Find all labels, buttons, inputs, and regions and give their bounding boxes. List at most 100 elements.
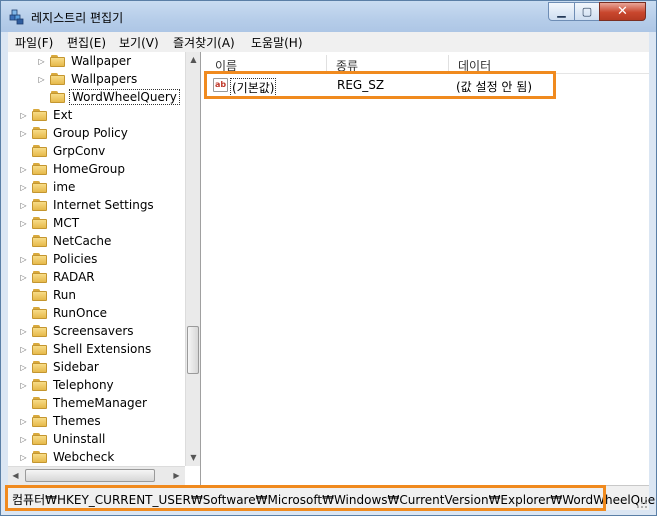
expand-arrow-icon[interactable]: ▷: [19, 165, 28, 174]
tree-item[interactable]: ▷ Shell Extensions: [19, 340, 153, 358]
folder-icon: [50, 54, 66, 68]
tree-item[interactable]: ▷ Screensavers: [19, 322, 136, 340]
folder-icon: [32, 450, 48, 464]
scroll-up-icon[interactable]: ▲: [186, 52, 200, 67]
folder-icon: [32, 414, 48, 428]
expand-arrow-icon[interactable]: [19, 291, 28, 300]
tree-item[interactable]: ▷ Themes: [19, 412, 103, 430]
expand-arrow-icon[interactable]: ▷: [19, 129, 28, 138]
tree-item-label: NetCache: [53, 234, 112, 248]
tree-vertical-scroll-thumb[interactable]: [187, 326, 199, 374]
scroll-down-icon[interactable]: ▼: [186, 450, 200, 465]
tree-item[interactable]: ▷ Telephony: [19, 376, 116, 394]
expand-arrow-icon[interactable]: ▷: [19, 201, 28, 210]
folder-icon: [50, 72, 66, 86]
tree-item[interactable]: ▷ Wallpapers: [37, 70, 139, 88]
expand-arrow-icon[interactable]: ▷: [19, 435, 28, 444]
tree-item[interactable]: GrpConv: [19, 142, 107, 160]
scroll-right-icon[interactable]: ▶: [169, 468, 184, 483]
tree-item[interactable]: ▷ Wallpaper: [37, 52, 133, 70]
expand-arrow-icon[interactable]: [37, 93, 46, 102]
tree-item-label: Webcheck: [53, 450, 115, 464]
folder-icon: [32, 144, 48, 158]
list-header: 이름 종류 데이터: [205, 55, 649, 74]
expand-arrow-icon[interactable]: ▷: [19, 111, 28, 120]
tree-item-label: Policies: [53, 252, 98, 266]
tree-item-label: ime: [53, 180, 76, 194]
expand-arrow-icon[interactable]: [19, 237, 28, 246]
column-header-name[interactable]: 이름: [215, 57, 237, 74]
column-header-data[interactable]: 데이터: [458, 57, 491, 74]
tree-item[interactable]: WordWheelQuery: [37, 88, 180, 106]
tree-item[interactable]: ▷ Ext: [19, 106, 74, 124]
menu-favorites[interactable]: 즐겨찾기(A): [173, 34, 235, 51]
column-header-type[interactable]: 종류: [336, 57, 358, 74]
tree-item[interactable]: NetCache: [19, 232, 113, 250]
menu-bar: 파일(F) 편집(E) 보기(V) 즐겨찾기(A) 도움말(H): [8, 32, 649, 53]
tree-item-label: Uninstall: [53, 432, 106, 446]
expand-arrow-icon[interactable]: ▷: [19, 345, 28, 354]
menu-help[interactable]: 도움말(H): [251, 34, 303, 51]
tree-item[interactable]: ▷ Internet Settings: [19, 196, 156, 214]
tree-item[interactable]: ▷ MCT: [19, 214, 81, 232]
key-tree: ▷ Wallpaper ▷ Wallpapers WordWheelQuery ▷ Ext ▷…: [8, 52, 201, 485]
folder-icon: [32, 126, 48, 140]
tree-item-label: Wallpapers: [71, 72, 138, 86]
tree-item-label: Shell Extensions: [53, 342, 152, 356]
title-bar[interactable]: 레지스트리 편집기 ▁ ▢ ✕: [1, 1, 656, 32]
menu-view[interactable]: 보기(V): [119, 34, 159, 51]
close-icon: ✕: [617, 4, 628, 19]
close-button[interactable]: ✕: [599, 2, 646, 21]
expand-arrow-icon[interactable]: ▷: [19, 417, 28, 426]
folder-icon: [32, 324, 48, 338]
value-type: REG_SZ: [337, 78, 385, 92]
scroll-left-icon[interactable]: ◀: [8, 468, 23, 483]
expand-arrow-icon[interactable]: ▷: [19, 255, 28, 264]
tree-item[interactable]: Run: [19, 286, 78, 304]
maximize-button[interactable]: ▢: [574, 2, 600, 21]
tree-item[interactable]: ▷ RADAR: [19, 268, 97, 286]
column-divider[interactable]: [448, 55, 449, 73]
folder-icon: [32, 288, 48, 302]
expand-arrow-icon[interactable]: ▷: [19, 327, 28, 336]
tree-item-label: Wallpaper: [71, 54, 132, 68]
column-divider[interactable]: [326, 55, 327, 73]
expand-arrow-icon[interactable]: ▷: [37, 57, 46, 66]
expand-arrow-icon[interactable]: ▷: [19, 219, 28, 228]
value-row[interactable]: ab (기본값) REG_SZ (값 설정 안 됨): [209, 74, 639, 97]
menu-file[interactable]: 파일(F): [15, 34, 53, 51]
expand-arrow-icon[interactable]: ▷: [37, 75, 46, 84]
tree-item[interactable]: ▷ Uninstall: [19, 430, 107, 448]
tree-item[interactable]: ▷ Group Policy: [19, 124, 130, 142]
tree-horizontal-scrollbar[interactable]: ◀ ▶: [8, 466, 185, 485]
tree-item[interactable]: RunOnce: [19, 304, 109, 322]
expand-arrow-icon[interactable]: [19, 309, 28, 318]
folder-icon: [32, 270, 48, 284]
tree-item[interactable]: ThemeManager: [19, 394, 149, 412]
tree-item[interactable]: ▷ Sidebar: [19, 358, 101, 376]
minimize-button[interactable]: ▁: [548, 2, 575, 21]
expand-arrow-icon[interactable]: ▷: [19, 273, 28, 282]
resize-grip-icon[interactable]: [636, 497, 648, 509]
expand-arrow-icon[interactable]: [19, 399, 28, 408]
tree-item-label: Themes: [53, 414, 101, 428]
folder-icon: [32, 162, 48, 176]
expand-arrow-icon[interactable]: ▷: [19, 183, 28, 192]
expand-arrow-icon[interactable]: ▷: [19, 363, 28, 372]
expand-arrow-icon[interactable]: ▷: [19, 453, 28, 462]
folder-icon: [32, 360, 48, 374]
maximize-icon: ▢: [581, 5, 593, 18]
tree-item[interactable]: ▷ Webcheck: [19, 448, 116, 466]
menu-edit[interactable]: 편집(E): [67, 34, 106, 51]
expand-arrow-icon[interactable]: ▷: [19, 381, 28, 390]
tree-horizontal-scroll-thumb[interactable]: [25, 469, 155, 482]
tree-item[interactable]: ▷ HomeGroup: [19, 160, 127, 178]
tree-item-label: GrpConv: [53, 144, 106, 158]
expand-arrow-icon[interactable]: [19, 147, 28, 156]
tree-item[interactable]: ▷ ime: [19, 178, 77, 196]
tree-vertical-scrollbar[interactable]: ▲ ▼: [185, 52, 200, 466]
tree-item[interactable]: ▷ Policies: [19, 250, 99, 268]
folder-icon: [32, 252, 48, 266]
folder-icon: [32, 198, 48, 212]
tree-item-label: HomeGroup: [53, 162, 125, 176]
